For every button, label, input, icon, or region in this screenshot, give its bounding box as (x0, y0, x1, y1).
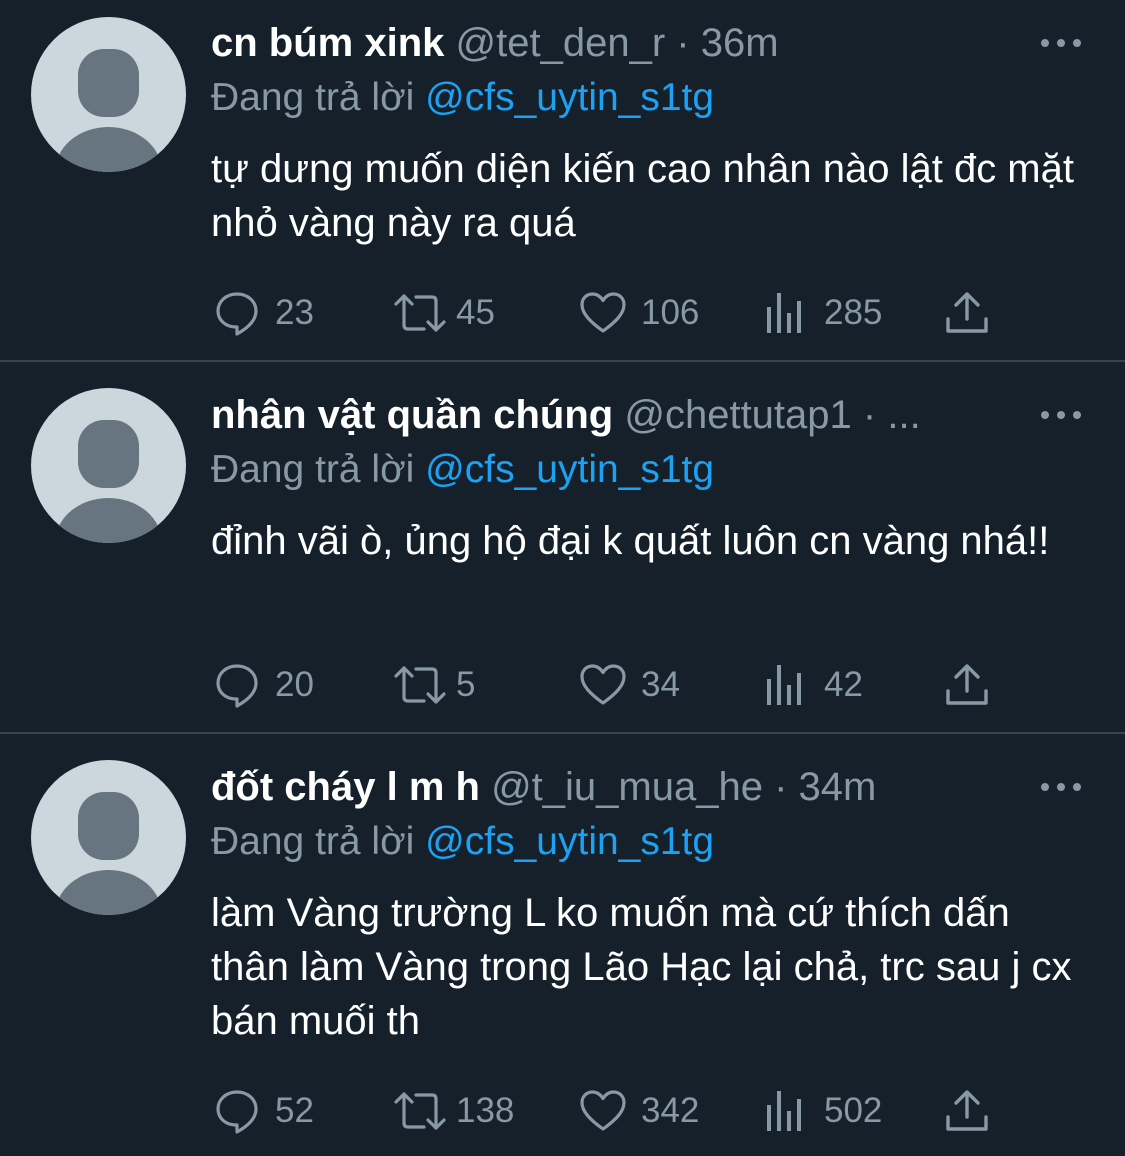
avatar-shoulders-shape (55, 870, 162, 915)
retweet-count: 5 (456, 665, 476, 704)
display-name[interactable]: đốt cháy l m h (211, 765, 480, 809)
reply-header: cn búm xink @tet_den_r · 36m (211, 18, 779, 68)
retweet-icon (394, 666, 446, 704)
like-count: 342 (641, 1091, 700, 1130)
share-upload-icon (946, 292, 988, 333)
replying-to-line: Đang trả lời @cfs_uytin_s1tg (211, 445, 714, 495)
views-count: 502 (824, 1091, 883, 1130)
retweet-button[interactable]: 138 (392, 1086, 514, 1136)
reply-bubble-icon (216, 292, 258, 336)
share-upload-icon (946, 1090, 988, 1131)
reply-count: 52 (275, 1091, 314, 1130)
retweet-button[interactable]: 45 (392, 288, 495, 338)
views-bar-chart-icon (767, 1091, 801, 1131)
separator: · (862, 393, 877, 437)
share-button[interactable] (944, 288, 990, 338)
separator: · (676, 21, 690, 65)
reply-button[interactable]: 20 (213, 660, 314, 710)
reply-bubble-icon (216, 664, 258, 708)
views-bar-chart-icon (767, 665, 801, 705)
more-dots-icon[interactable] (1041, 405, 1081, 425)
reply-item[interactable]: nhân vật quần chúng @chettutap1 · ... Đa… (0, 362, 1125, 732)
views-bar-chart-icon (767, 293, 801, 333)
views-button[interactable]: 502 (764, 1086, 882, 1136)
retweet-icon (394, 294, 446, 332)
user-handle[interactable]: @tet_den_r (456, 21, 666, 65)
avatar[interactable] (31, 17, 186, 172)
avatar-shoulders-shape (55, 127, 162, 172)
replying-to-line: Đang trả lời @cfs_uytin_s1tg (211, 73, 714, 123)
replying-to-line: Đang trả lời @cfs_uytin_s1tg (211, 817, 714, 867)
reply-header: nhân vật quần chúng @chettutap1 · ... (211, 390, 921, 440)
avatar[interactable] (31, 760, 186, 915)
reply-bubble-icon (216, 1090, 258, 1134)
retweet-button[interactable]: 5 (392, 660, 475, 710)
mention-link[interactable]: @cfs_uytin_s1tg (425, 76, 714, 119)
tweet-text: đỉnh vãi ò, ủng hộ đại k quất luôn cn và… (211, 519, 1050, 563)
tweet-text: làm Vàng trường L ko muốn mà cứ thích dấ… (211, 891, 1072, 1043)
like-count: 34 (641, 665, 680, 704)
views-button[interactable]: 42 (764, 660, 863, 710)
reply-item[interactable]: đốt cháy l m h @t_iu_mua_he · 34m Đang t… (0, 734, 1125, 1156)
like-count: 106 (641, 293, 700, 332)
share-button[interactable] (944, 1086, 990, 1136)
heart-icon (580, 1090, 626, 1131)
heart-icon (580, 664, 626, 705)
more-dots-icon[interactable] (1041, 33, 1081, 53)
share-upload-icon (946, 664, 988, 705)
display-name[interactable]: cn búm xink (211, 21, 444, 65)
reply-count: 20 (275, 665, 314, 704)
tweet-text: tự dưng muốn diện kiến cao nhân nào lật … (211, 147, 1074, 245)
reply-button[interactable]: 23 (213, 288, 314, 338)
avatar-head-shape (78, 49, 139, 117)
reply-item[interactable]: cn búm xink @tet_den_r · 36m Đang trả lờ… (0, 0, 1125, 361)
avatar[interactable] (31, 388, 186, 543)
separator: · (774, 765, 788, 809)
reply-header: đốt cháy l m h @t_iu_mua_he · 34m (211, 762, 876, 812)
like-button[interactable]: 106 (579, 288, 699, 338)
mention-link[interactable]: @cfs_uytin_s1tg (425, 820, 714, 863)
more-dots-icon[interactable] (1041, 777, 1081, 797)
reply-button[interactable]: 52 (213, 1086, 314, 1136)
reply-count: 23 (275, 293, 314, 332)
retweet-icon (394, 1092, 446, 1130)
avatar-head-shape (78, 792, 139, 860)
heart-icon (580, 292, 626, 333)
replying-prefix: Đang trả lời (211, 76, 415, 119)
share-button[interactable] (944, 660, 990, 710)
retweet-count: 138 (456, 1091, 515, 1130)
retweet-count: 45 (456, 293, 495, 332)
views-button[interactable]: 285 (764, 288, 882, 338)
like-button[interactable]: 342 (579, 1086, 699, 1136)
like-button[interactable]: 34 (579, 660, 680, 710)
replying-prefix: Đang trả lời (211, 820, 415, 863)
user-handle[interactable]: @chettutap1 (624, 393, 851, 437)
timestamp[interactable]: 34m (799, 765, 877, 809)
display-name[interactable]: nhân vật quần chúng (211, 393, 613, 437)
avatar-shoulders-shape (55, 498, 162, 543)
user-handle[interactable]: @t_iu_mua_he (491, 765, 763, 809)
replying-prefix: Đang trả lời (211, 448, 415, 491)
views-count: 42 (824, 665, 863, 704)
views-count: 285 (824, 293, 883, 332)
timestamp[interactable]: ... (887, 393, 920, 437)
avatar-head-shape (78, 420, 139, 488)
mention-link[interactable]: @cfs_uytin_s1tg (425, 448, 714, 491)
timestamp[interactable]: 36m (701, 21, 779, 65)
